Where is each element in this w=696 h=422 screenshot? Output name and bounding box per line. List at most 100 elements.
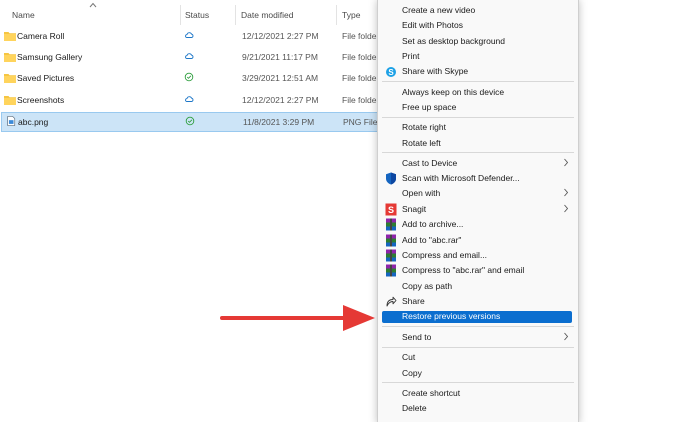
chevron-right-icon bbox=[564, 204, 569, 213]
menu-item-edit-with-photos[interactable]: Edit with Photos bbox=[378, 18, 578, 33]
winrar-icon bbox=[386, 218, 396, 231]
file-date: 3/29/2021 12:51 AM bbox=[242, 73, 319, 83]
sort-ascending-icon[interactable] bbox=[89, 2, 97, 8]
menu-item-label: Copy as path bbox=[402, 281, 453, 291]
menu-item-label: Restore previous versions bbox=[402, 311, 501, 321]
menu-item-label: Always keep on this device bbox=[402, 87, 505, 97]
file-explorer: Name Status Date modified Type Camera Ro… bbox=[0, 0, 696, 418]
file-row[interactable]: Camera Roll 12/12/2021 2:27 PM File fold… bbox=[0, 26, 380, 46]
menu-item-share-with-skype[interactable]: S Share with Skype bbox=[378, 64, 578, 79]
menu-item-rotate-left[interactable]: Rotate left bbox=[378, 136, 578, 151]
menu-item-label: Add to "abc.rar" bbox=[402, 235, 462, 245]
red-arrow-annotation bbox=[220, 305, 375, 331]
menu-item-scan-with-defender[interactable]: Scan with Microsoft Defender... bbox=[378, 171, 578, 186]
defender-shield-icon bbox=[386, 172, 396, 185]
file-row[interactable]: Screenshots 12/12/2021 2:27 PM File fold… bbox=[0, 90, 380, 110]
file-date: 9/21/2021 11:17 PM bbox=[242, 52, 318, 62]
menu-item-restore-previous-versions[interactable]: Restore previous versions bbox=[382, 310, 572, 325]
menu-item-create-new-video[interactable]: Create a new video bbox=[378, 3, 578, 18]
file-name: abc.png bbox=[18, 117, 49, 127]
file-date: 12/12/2021 2:27 PM bbox=[242, 31, 319, 41]
menu-item-label: Cast to Device bbox=[402, 158, 458, 168]
file-row[interactable]: Saved Pictures 3/29/2021 12:51 AM File f… bbox=[0, 68, 380, 88]
file-type: File folder bbox=[342, 73, 380, 83]
folder-icon bbox=[4, 96, 16, 105]
cloud-icon bbox=[185, 53, 194, 59]
menu-item-always-keep-on-device[interactable]: Always keep on this device bbox=[378, 85, 578, 100]
menu-item-label: Cut bbox=[402, 352, 416, 362]
menu-item-set-desktop-background[interactable]: Set as desktop background bbox=[378, 34, 578, 49]
file-name: Camera Roll bbox=[17, 31, 65, 41]
cloud-icon bbox=[185, 32, 194, 38]
menu-item-share[interactable]: Share bbox=[378, 294, 578, 309]
menu-separator bbox=[382, 81, 574, 82]
svg-text:S: S bbox=[388, 68, 394, 77]
menu-item-compress-and-email[interactable]: Compress and email... bbox=[378, 248, 578, 263]
menu-item-cast-to-device[interactable]: Cast to Device bbox=[378, 156, 578, 171]
menu-item-label: Edit with Photos bbox=[402, 20, 463, 30]
menu-item-label: Create a new video bbox=[402, 5, 476, 15]
winrar-icon bbox=[386, 234, 396, 247]
menu-item-label: Snagit bbox=[402, 204, 427, 214]
file-row[interactable]: Samsung Gallery 9/21/2021 11:17 PM File … bbox=[0, 47, 380, 67]
menu-item-send-to[interactable]: Send to bbox=[378, 330, 578, 345]
file-type: File folder bbox=[342, 31, 380, 41]
snagit-icon: S bbox=[385, 203, 397, 216]
menu-item-create-shortcut[interactable]: Create shortcut bbox=[378, 386, 578, 401]
file-date: 12/12/2021 2:27 PM bbox=[242, 95, 319, 105]
menu-item-label: Share with Skype bbox=[402, 66, 469, 76]
menu-item-label: Free up space bbox=[402, 102, 457, 112]
menu-separator bbox=[382, 326, 574, 327]
menu-item-label: Compress to "abc.rar" and email bbox=[402, 265, 525, 275]
column-status-header[interactable]: Status bbox=[185, 10, 209, 20]
folder-icon bbox=[4, 74, 16, 83]
svg-text:S: S bbox=[388, 205, 394, 215]
column-type-header[interactable]: Type bbox=[342, 10, 360, 20]
menu-item-copy-as-path[interactable]: Copy as path bbox=[378, 279, 578, 294]
winrar-icon bbox=[386, 249, 396, 262]
menu-item-add-to-abc-rar[interactable]: Add to "abc.rar" bbox=[378, 233, 578, 248]
column-name-header[interactable]: Name bbox=[12, 10, 35, 20]
menu-item-label: Delete bbox=[402, 403, 427, 413]
menu-item-label: Add to archive... bbox=[402, 219, 464, 229]
column-header: Name Status Date modified Type bbox=[0, 0, 380, 26]
menu-item-label: Send to bbox=[402, 332, 432, 342]
menu-item-print[interactable]: Print bbox=[378, 49, 578, 64]
menu-item-delete[interactable]: Delete bbox=[378, 401, 578, 416]
file-name: Samsung Gallery bbox=[17, 52, 83, 62]
winrar-icon bbox=[386, 264, 396, 277]
file-type: File folder bbox=[342, 95, 380, 105]
chevron-right-icon bbox=[564, 332, 569, 341]
skype-icon: S bbox=[386, 67, 396, 77]
menu-item-label: Scan with Microsoft Defender... bbox=[402, 173, 520, 183]
menu-item-compress-to-abc-rar-and-email[interactable]: Compress to "abc.rar" and email bbox=[378, 263, 578, 278]
menu-item-label: Open with bbox=[402, 188, 441, 198]
context-menu: Create a new video Edit with Photos Set … bbox=[377, 0, 579, 422]
menu-item-free-up-space[interactable]: Free up space bbox=[378, 100, 578, 115]
chevron-right-icon bbox=[564, 188, 569, 197]
menu-item-label: Copy bbox=[402, 368, 422, 378]
menu-item-snagit[interactable]: S Snagit bbox=[378, 202, 578, 217]
png-file-icon bbox=[7, 116, 16, 126]
synced-check-icon bbox=[185, 116, 195, 126]
file-name: Saved Pictures bbox=[17, 73, 75, 83]
menu-item-label: Rotate right bbox=[402, 122, 446, 132]
share-icon bbox=[386, 296, 397, 307]
menu-item-label: Create shortcut bbox=[402, 388, 461, 398]
menu-separator bbox=[382, 382, 574, 383]
column-date-header[interactable]: Date modified bbox=[241, 10, 293, 20]
menu-item-open-with[interactable]: Open with bbox=[378, 186, 578, 201]
cloud-icon bbox=[185, 96, 194, 102]
file-type: PNG File bbox=[343, 117, 378, 127]
menu-separator bbox=[382, 117, 574, 118]
menu-item-copy[interactable]: Copy bbox=[378, 366, 578, 381]
menu-separator bbox=[382, 347, 574, 348]
file-date: 11/8/2021 3:29 PM bbox=[243, 117, 315, 127]
menu-item-cut[interactable]: Cut bbox=[378, 350, 578, 365]
file-row-selected[interactable]: abc.png 11/8/2021 3:29 PM PNG File bbox=[1, 112, 380, 132]
menu-item-rotate-right[interactable]: Rotate right bbox=[378, 120, 578, 135]
file-type: File folder bbox=[342, 52, 380, 62]
menu-item-label: Rotate left bbox=[402, 138, 441, 148]
menu-item-add-to-archive[interactable]: Add to archive... bbox=[378, 217, 578, 232]
chevron-right-icon bbox=[564, 158, 569, 167]
